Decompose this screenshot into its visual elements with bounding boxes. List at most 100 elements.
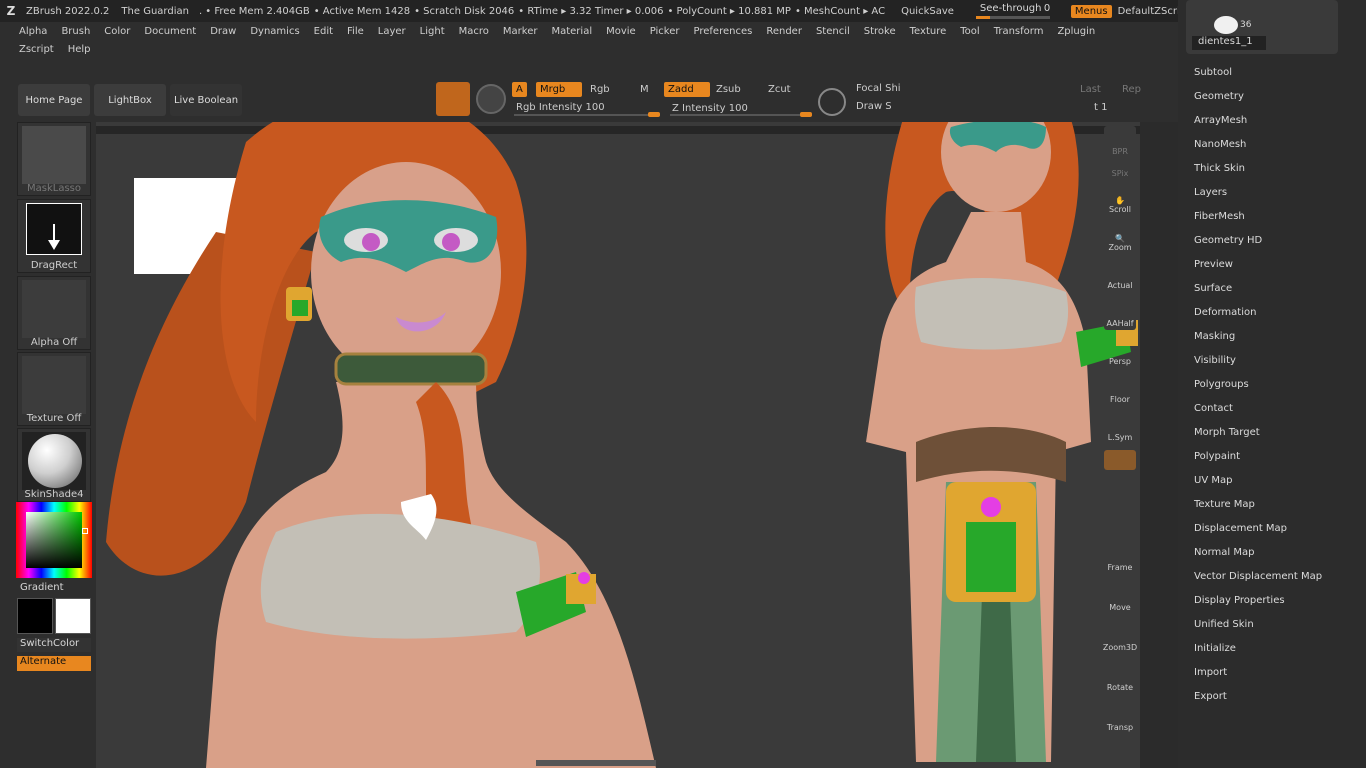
menu-movie[interactable]: Movie xyxy=(606,26,636,37)
menu-brush[interactable]: Brush xyxy=(61,26,90,37)
palette-uv-map[interactable]: UV Map xyxy=(1194,475,1232,486)
home-page-button[interactable]: Home Page xyxy=(18,84,90,116)
texture-selector[interactable]: Texture Off xyxy=(17,352,91,426)
palette-initialize[interactable]: Initialize xyxy=(1194,643,1236,654)
bpr-button[interactable]: BPR xyxy=(1104,126,1136,158)
menus-button[interactable]: Menus xyxy=(1070,4,1112,18)
rgb-intensity-slider[interactable] xyxy=(514,112,660,117)
secondary-color-swatch[interactable] xyxy=(17,598,53,634)
menu-texture[interactable]: Texture xyxy=(910,26,947,37)
zoom3d-button[interactable]: Zoom3D xyxy=(1103,622,1137,654)
menu-render[interactable]: Render xyxy=(766,26,802,37)
edit-mode-icon[interactable] xyxy=(436,82,470,116)
zcut-button[interactable]: Zcut xyxy=(764,82,795,97)
menu-picker[interactable]: Picker xyxy=(650,26,680,37)
subtool-thumbnail[interactable]: 36 dientes1_1 xyxy=(1186,0,1338,54)
replay-button[interactable]: Rep xyxy=(1118,82,1145,97)
palette-visibility[interactable]: Visibility xyxy=(1194,355,1236,366)
menu-tool[interactable]: Tool xyxy=(960,26,979,37)
alpha-selector[interactable]: Alpha Off xyxy=(17,276,91,350)
palette-deformation[interactable]: Deformation xyxy=(1194,307,1256,318)
floor-button[interactable]: Floor xyxy=(1104,374,1136,406)
menu-marker[interactable]: Marker xyxy=(503,26,538,37)
quicksave-button[interactable]: QuickSave xyxy=(901,6,954,17)
menu-stencil[interactable]: Stencil xyxy=(816,26,850,37)
menu-help[interactable]: Help xyxy=(68,44,91,55)
palette-preview[interactable]: Preview xyxy=(1194,259,1233,270)
color-picker[interactable] xyxy=(16,502,92,578)
focal-shift-icon[interactable] xyxy=(818,88,846,116)
menu-draw[interactable]: Draw xyxy=(210,26,236,37)
canvas-scrollbar[interactable] xyxy=(536,760,656,766)
palette-normal-map[interactable]: Normal Map xyxy=(1194,547,1254,558)
scroll-button[interactable]: ✋ Scroll xyxy=(1104,184,1136,216)
palette-contact[interactable]: Contact xyxy=(1194,403,1233,414)
palette-polypaint[interactable]: Polypaint xyxy=(1194,451,1240,462)
menu-zplugin[interactable]: Zplugin xyxy=(1057,26,1095,37)
palette-import[interactable]: Import xyxy=(1194,667,1227,678)
palette-displacement-map[interactable]: Displacement Map xyxy=(1194,523,1287,534)
persp-button[interactable]: Persp xyxy=(1104,336,1136,368)
aahalf-button[interactable]: AAHalf xyxy=(1104,298,1136,330)
menu-macro[interactable]: Macro xyxy=(459,26,489,37)
menu-edit[interactable]: Edit xyxy=(314,26,333,37)
zsub-button[interactable]: Zsub xyxy=(712,82,745,97)
palette-thick-skin[interactable]: Thick Skin xyxy=(1194,163,1245,174)
mrgb-button[interactable]: Mrgb xyxy=(536,82,582,97)
color-square[interactable] xyxy=(26,512,82,568)
switchcolor-button[interactable]: SwitchColor xyxy=(17,638,91,652)
palette-nanomesh[interactable]: NanoMesh xyxy=(1194,139,1246,150)
move-button[interactable]: Move xyxy=(1104,582,1136,614)
palette-arraymesh[interactable]: ArrayMesh xyxy=(1194,115,1247,126)
lightbox-button[interactable]: LightBox xyxy=(94,84,166,116)
zoom-button[interactable]: 🔍 Zoom xyxy=(1104,222,1136,254)
palette-unified-skin[interactable]: Unified Skin xyxy=(1194,619,1254,630)
primary-color-swatch[interactable] xyxy=(55,598,91,634)
dragrect-stroke[interactable]: DragRect xyxy=(17,199,91,273)
menu-layer[interactable]: Layer xyxy=(378,26,406,37)
palette-export[interactable]: Export xyxy=(1194,691,1227,702)
palette-display-properties[interactable]: Display Properties xyxy=(1194,595,1285,606)
a-button[interactable]: A xyxy=(512,82,527,97)
rgb-button[interactable]: Rgb xyxy=(586,82,614,97)
palette-texture-map[interactable]: Texture Map xyxy=(1194,499,1255,510)
menu-stroke[interactable]: Stroke xyxy=(864,26,896,37)
menu-color[interactable]: Color xyxy=(104,26,130,37)
m-button[interactable]: M xyxy=(636,82,653,97)
palette-layers[interactable]: Layers xyxy=(1194,187,1227,198)
last-button[interactable]: Last xyxy=(1076,82,1105,97)
menu-light[interactable]: Light xyxy=(420,26,445,37)
palette-subtool[interactable]: Subtool xyxy=(1194,67,1232,78)
seethrough-slider[interactable]: See-through 0 xyxy=(975,3,1054,19)
menu-dynamics[interactable]: Dynamics xyxy=(250,26,299,37)
xyz-button[interactable] xyxy=(1104,450,1136,470)
palette-fibermesh[interactable]: FiberMesh xyxy=(1194,211,1245,222)
palette-vector-displacement-map[interactable]: Vector Displacement Map xyxy=(1194,571,1322,582)
menu-zscript[interactable]: Zscript xyxy=(19,44,54,55)
material-selector[interactable]: SkinShade4 xyxy=(17,428,91,502)
rotate-button[interactable]: Rotate xyxy=(1104,662,1136,694)
gradient-label[interactable]: Gradient xyxy=(20,582,64,593)
palette-geometry-hd[interactable]: Geometry HD xyxy=(1194,235,1262,246)
z-intensity-slider[interactable] xyxy=(670,112,812,117)
palette-polygroups[interactable]: Polygroups xyxy=(1194,379,1249,390)
menu-document[interactable]: Document xyxy=(144,26,196,37)
palette-geometry[interactable]: Geometry xyxy=(1194,91,1244,102)
palette-morph-target[interactable]: Morph Target xyxy=(1194,427,1260,438)
menu-material[interactable]: Material xyxy=(551,26,592,37)
lsym-button[interactable]: L.Sym xyxy=(1104,412,1136,444)
menu-file[interactable]: File xyxy=(347,26,364,37)
frame-button[interactable]: Frame xyxy=(1104,542,1136,574)
sculptris-pro-icon[interactable] xyxy=(476,84,506,114)
menu-preferences[interactable]: Preferences xyxy=(694,26,753,37)
alternate-button[interactable]: Alternate xyxy=(17,656,91,671)
palette-surface[interactable]: Surface xyxy=(1194,283,1232,294)
menu-alpha[interactable]: Alpha xyxy=(19,26,47,37)
document-canvas[interactable] xyxy=(96,122,1140,768)
transp-button[interactable]: Transp xyxy=(1104,702,1136,734)
zadd-button[interactable]: Zadd xyxy=(664,82,710,97)
live-boolean-button[interactable]: Live Boolean xyxy=(170,84,242,116)
actual-button[interactable]: Actual xyxy=(1104,260,1136,292)
masklasso-tool[interactable]: MaskLasso xyxy=(17,122,91,196)
menu-transform[interactable]: Transform xyxy=(994,26,1044,37)
